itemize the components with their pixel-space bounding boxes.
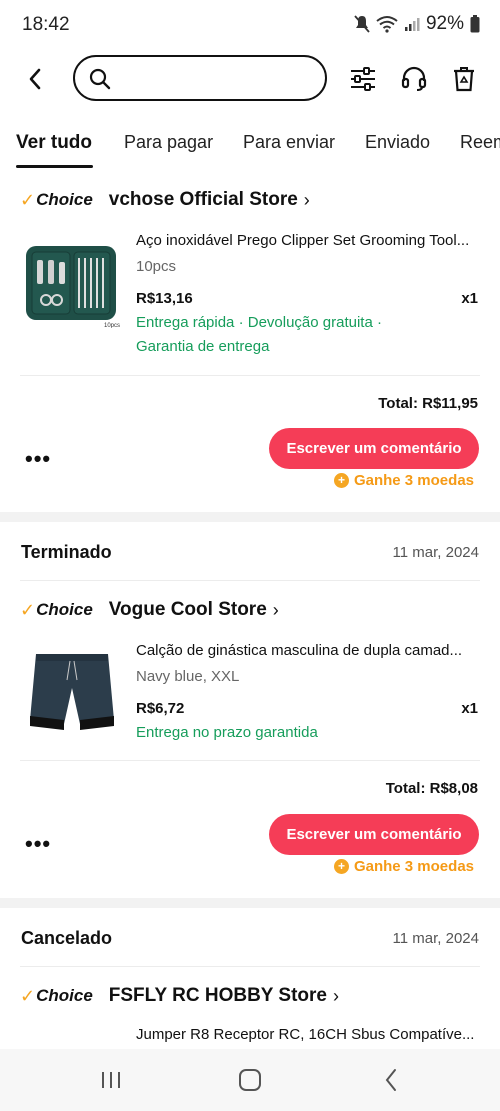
- tab-reembolso[interactable]: Reem: [460, 132, 500, 153]
- write-review-button[interactable]: Escrever um comentário: [269, 814, 479, 855]
- product-title: Aço inoxidável Prego Clipper Set Groomin…: [136, 232, 470, 249]
- store-name: FSFLY RC HOBBY Store: [108, 985, 327, 1006]
- product-quantity: x1: [461, 700, 478, 717]
- product-title: Calção de ginástica masculina de dupla c…: [136, 642, 463, 659]
- tab-ver-tudo[interactable]: Ver tudo: [16, 132, 92, 154]
- choice-label: Choice: [36, 986, 93, 1005]
- battery-icon: [470, 15, 480, 33]
- back-nav-button[interactable]: [376, 1065, 406, 1095]
- more-options-button[interactable]: •••: [25, 831, 51, 857]
- order-header: Cancelado 11 mar, 2024: [0, 908, 500, 966]
- coins-text: Ganhe 3 moedas: [353, 472, 474, 489]
- back-icon: [385, 1069, 396, 1091]
- chevron-right-icon: ›: [303, 189, 310, 210]
- search-icon: [89, 68, 111, 90]
- order-card: ✓ Choice vchose Official Store › 10pcs Aç…: [0, 170, 500, 512]
- service-tags-line: Entrega rápida · Devolução gratuita ·: [136, 314, 382, 331]
- coin-icon: +: [333, 859, 349, 874]
- product-price: R$6,72: [136, 700, 185, 717]
- system-nav-bar: [0, 1049, 500, 1111]
- status-time: 18:42: [22, 14, 70, 35]
- product-service-tags: Entrega no prazo garantida: [136, 721, 478, 745]
- product-image-caption: 10pcs: [104, 323, 120, 328]
- service-tags-line: Entrega no prazo garantida: [136, 724, 318, 741]
- store-row[interactable]: ✓ Choice Vogue Cool Store ›: [20, 595, 279, 625]
- product-item[interactable]: Jumper R8 Receptor RC, 16CH Sbus Compatí…: [0, 1024, 500, 1049]
- product-service-tags: Entrega rápida · Devolução gratuita · Ga…: [136, 311, 478, 359]
- product-variant: 10pcs: [136, 258, 177, 275]
- order-card: Cancelado 11 mar, 2024 ✓ Choice FSFLY RC …: [0, 908, 500, 1049]
- product-image: 10pcs: [26, 246, 120, 328]
- order-date: 11 mar, 2024: [392, 930, 479, 947]
- top-bar: [0, 50, 500, 110]
- home-icon: [239, 1069, 261, 1091]
- search-box[interactable]: [73, 55, 327, 101]
- order-tabs: Ver tudo Para pagar Para enviar Enviado …: [0, 110, 500, 170]
- order-status: Cancelado: [21, 928, 113, 948]
- product-item[interactable]: 10pcs Aço inoxidável Prego Clipper Set G…: [0, 228, 500, 373]
- service-tags-line: Garantia de entrega: [136, 338, 270, 355]
- signal-icon: [404, 18, 420, 31]
- checkmark-icon: ✓: [20, 189, 36, 210]
- chevron-left-icon: [29, 68, 41, 90]
- tab-para-pagar[interactable]: Para pagar: [124, 132, 213, 153]
- trash-icon: [454, 67, 474, 92]
- recycle-bin-button[interactable]: [449, 64, 479, 94]
- divider: [20, 580, 480, 581]
- search-input[interactable]: [121, 65, 311, 91]
- product-variant: Navy blue, XXL: [136, 668, 240, 685]
- coin-icon: +: [333, 473, 349, 488]
- choice-label: Choice: [36, 600, 93, 619]
- headset-icon: [401, 66, 427, 91]
- recent-apps-icon: [102, 1072, 120, 1088]
- order-total: Total: R$8,08: [385, 780, 478, 797]
- choice-badge: ✓ Choice: [20, 600, 93, 621]
- coins-reward: + Ganhe 3 moedas: [333, 858, 474, 875]
- sliders-icon: [351, 67, 375, 91]
- choice-badge: ✓ Choice: [20, 190, 93, 211]
- divider: [20, 760, 480, 761]
- order-card: Terminado 11 mar, 2024 ✓ Choice Vogue Coo…: [0, 522, 500, 898]
- support-button[interactable]: [399, 64, 429, 94]
- product-image: [30, 654, 114, 730]
- status-bar: 18:42 92%: [0, 0, 500, 50]
- checkmark-icon: ✓: [20, 985, 36, 1006]
- checkmark-icon: ✓: [20, 599, 36, 620]
- wifi-icon: [376, 16, 398, 33]
- write-review-button[interactable]: Escrever um comentário: [269, 428, 479, 469]
- store-name: Vogue Cool Store: [108, 599, 267, 620]
- store-row[interactable]: ✓ Choice FSFLY RC HOBBY Store ›: [20, 981, 339, 1011]
- recent-apps-button[interactable]: [96, 1065, 126, 1095]
- mute-icon: [354, 15, 370, 33]
- order-header: Terminado 11 mar, 2024: [0, 522, 500, 580]
- active-tab-indicator: [16, 165, 93, 168]
- order-total: Total: R$11,95: [378, 395, 478, 412]
- product-item[interactable]: Calção de ginástica masculina de dupla c…: [0, 638, 500, 763]
- chevron-right-icon: ›: [272, 599, 279, 620]
- divider: [20, 375, 480, 376]
- store-row[interactable]: ✓ Choice vchose Official Store ›: [20, 185, 310, 215]
- coins-text: Ganhe 3 moedas: [353, 858, 474, 875]
- divider: [20, 966, 480, 967]
- product-price: R$13,16: [136, 290, 193, 307]
- chevron-right-icon: ›: [332, 985, 339, 1006]
- coins-reward: + Ganhe 3 moedas: [333, 472, 474, 489]
- order-date: 11 mar, 2024: [392, 544, 479, 561]
- order-status: Terminado: [21, 542, 112, 562]
- tab-enviado[interactable]: Enviado: [365, 132, 430, 153]
- back-button[interactable]: [20, 64, 50, 94]
- home-button[interactable]: [235, 1065, 265, 1095]
- product-title: Jumper R8 Receptor RC, 16CH Sbus Compatí…: [136, 1026, 475, 1043]
- store-name: vchose Official Store: [108, 189, 298, 210]
- status-icons: 92%: [354, 13, 480, 35]
- choice-label: Choice: [36, 190, 93, 209]
- tab-para-enviar[interactable]: Para enviar: [243, 132, 335, 153]
- more-options-button[interactable]: •••: [25, 446, 51, 472]
- filter-button[interactable]: [348, 64, 378, 94]
- choice-badge: ✓ Choice: [20, 986, 93, 1007]
- product-quantity: x1: [461, 290, 478, 307]
- battery-percent: 92%: [425, 13, 464, 34]
